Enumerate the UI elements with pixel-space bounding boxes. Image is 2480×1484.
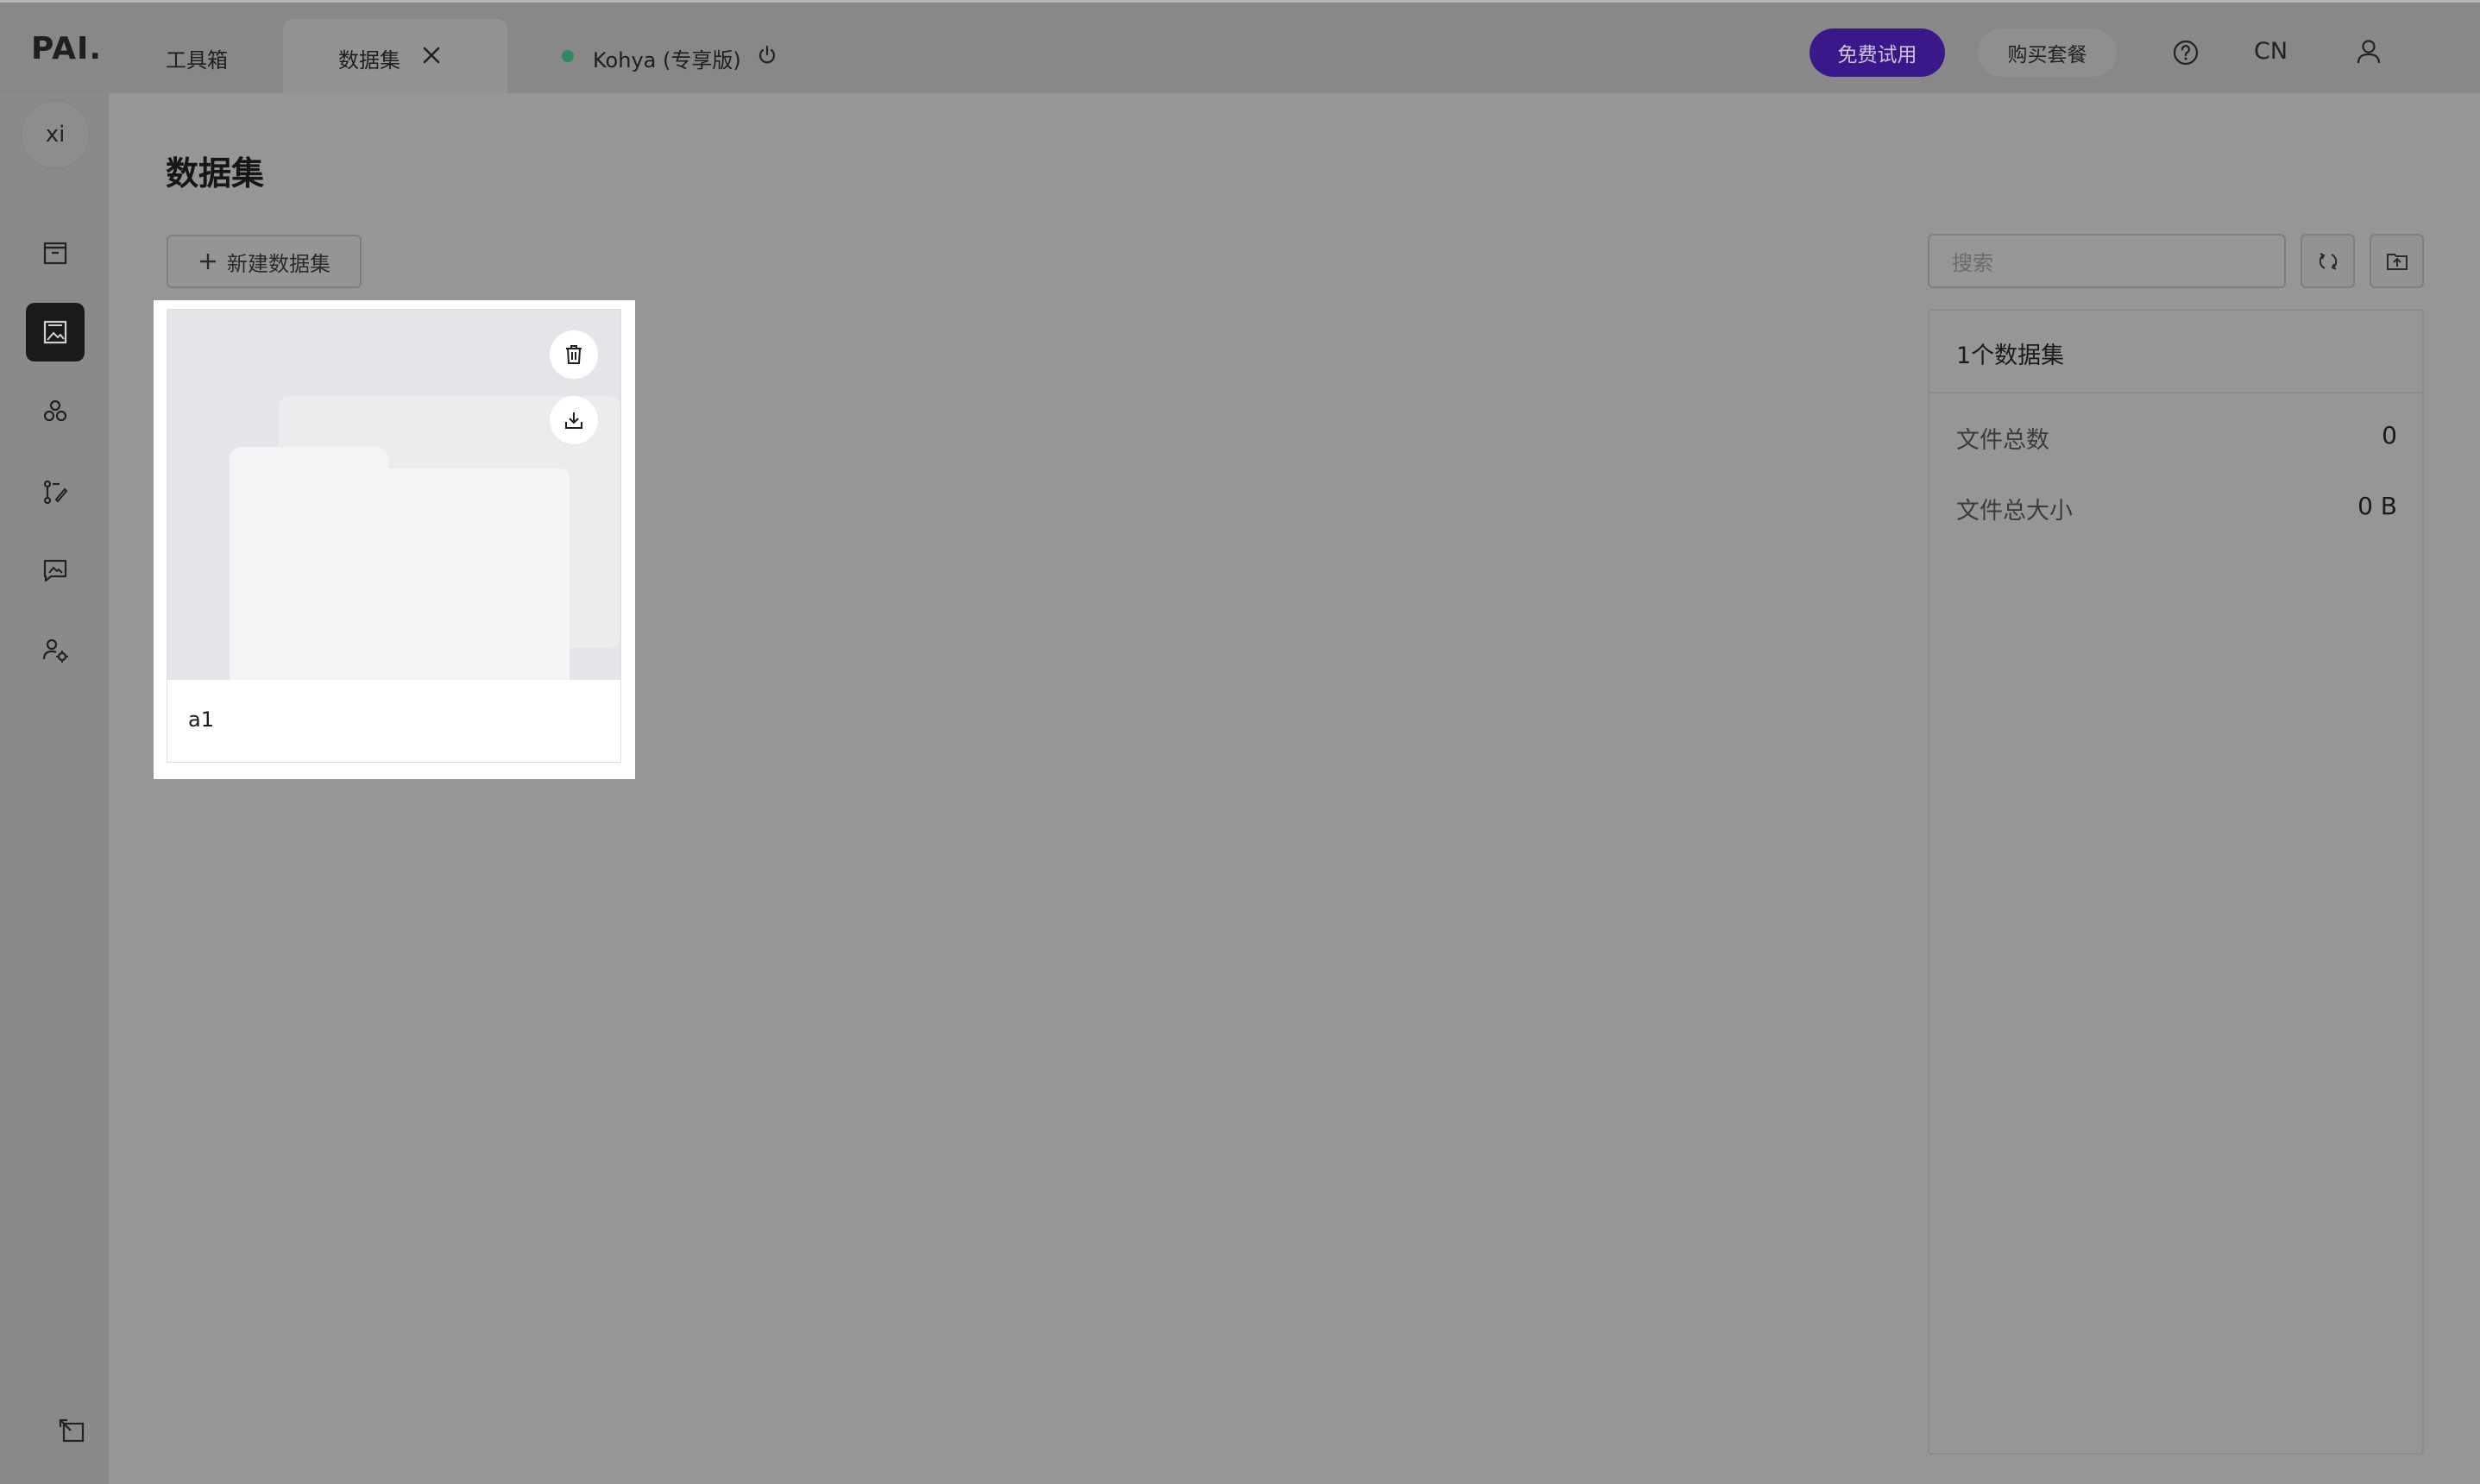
search-placeholder: 搜索 xyxy=(1952,251,1993,275)
image-gallery-icon xyxy=(43,320,67,344)
new-dataset-button[interactable]: 新建数据集 xyxy=(167,235,362,288)
dataset-name[interactable]: a1 xyxy=(188,707,214,732)
workflow-edit-icon xyxy=(43,480,68,505)
folder-icon xyxy=(230,468,570,680)
download-button[interactable] xyxy=(550,396,598,444)
sidebar-item-workflow[interactable] xyxy=(26,462,85,521)
toolbox-icon xyxy=(43,242,67,265)
sidebar-item-chat[interactable] xyxy=(26,541,85,600)
sidebar-item-user-settings[interactable] xyxy=(26,620,85,679)
service-name: Kohya (专享版) xyxy=(593,48,741,72)
help-icon[interactable] xyxy=(2172,39,2200,66)
stat-label-total-size: 文件总大小 xyxy=(1956,498,2073,525)
sidebar-item-models[interactable] xyxy=(26,382,85,441)
sidebar-item-toolbox[interactable] xyxy=(26,223,85,282)
service-status-dot xyxy=(562,50,574,62)
folder-upload-icon xyxy=(2386,253,2408,270)
dataset-summary-panel xyxy=(1928,309,2424,1455)
avatar[interactable]: xi xyxy=(21,100,90,169)
download-icon xyxy=(565,412,582,429)
tab-toolbox[interactable]: 工具箱 xyxy=(166,43,228,73)
user-settings-icon xyxy=(42,638,68,663)
delete-button[interactable] xyxy=(550,330,598,379)
tab-datasets[interactable]: 数据集 xyxy=(338,43,400,73)
refresh-icon xyxy=(2319,252,2337,270)
free-trial-button[interactable]: 免费试用 xyxy=(1810,28,1945,77)
app-logo[interactable]: PAI. xyxy=(31,31,102,66)
model-nodes-icon xyxy=(43,399,67,422)
close-icon[interactable] xyxy=(419,43,444,67)
sidebar-item-datasets[interactable] xyxy=(26,303,85,362)
stat-label-file-count: 文件总数 xyxy=(1956,427,2049,454)
power-icon[interactable] xyxy=(756,44,778,66)
search-input[interactable]: 搜索 xyxy=(1928,234,2286,288)
sidebar xyxy=(0,93,109,1484)
user-icon[interactable] xyxy=(2353,36,2384,67)
import-folder-button[interactable] xyxy=(2370,234,2424,288)
new-dataset-label: 新建数据集 xyxy=(227,251,330,276)
stat-value-total-size: 0 B xyxy=(2357,492,2397,520)
buy-plan-button[interactable]: 购买套餐 xyxy=(1978,28,2117,77)
language-switch[interactable]: CN xyxy=(2254,38,2288,65)
chat-image-icon xyxy=(43,559,67,582)
stat-value-file-count: 0 xyxy=(2382,421,2397,450)
trash-icon xyxy=(566,345,582,364)
plus-icon xyxy=(200,254,216,269)
refresh-button[interactable] xyxy=(2301,234,2355,288)
panel-title: 1个数据集 xyxy=(1956,343,2065,369)
collapse-sidebar-icon[interactable] xyxy=(57,1417,88,1448)
page-title: 数据集 xyxy=(166,154,265,192)
